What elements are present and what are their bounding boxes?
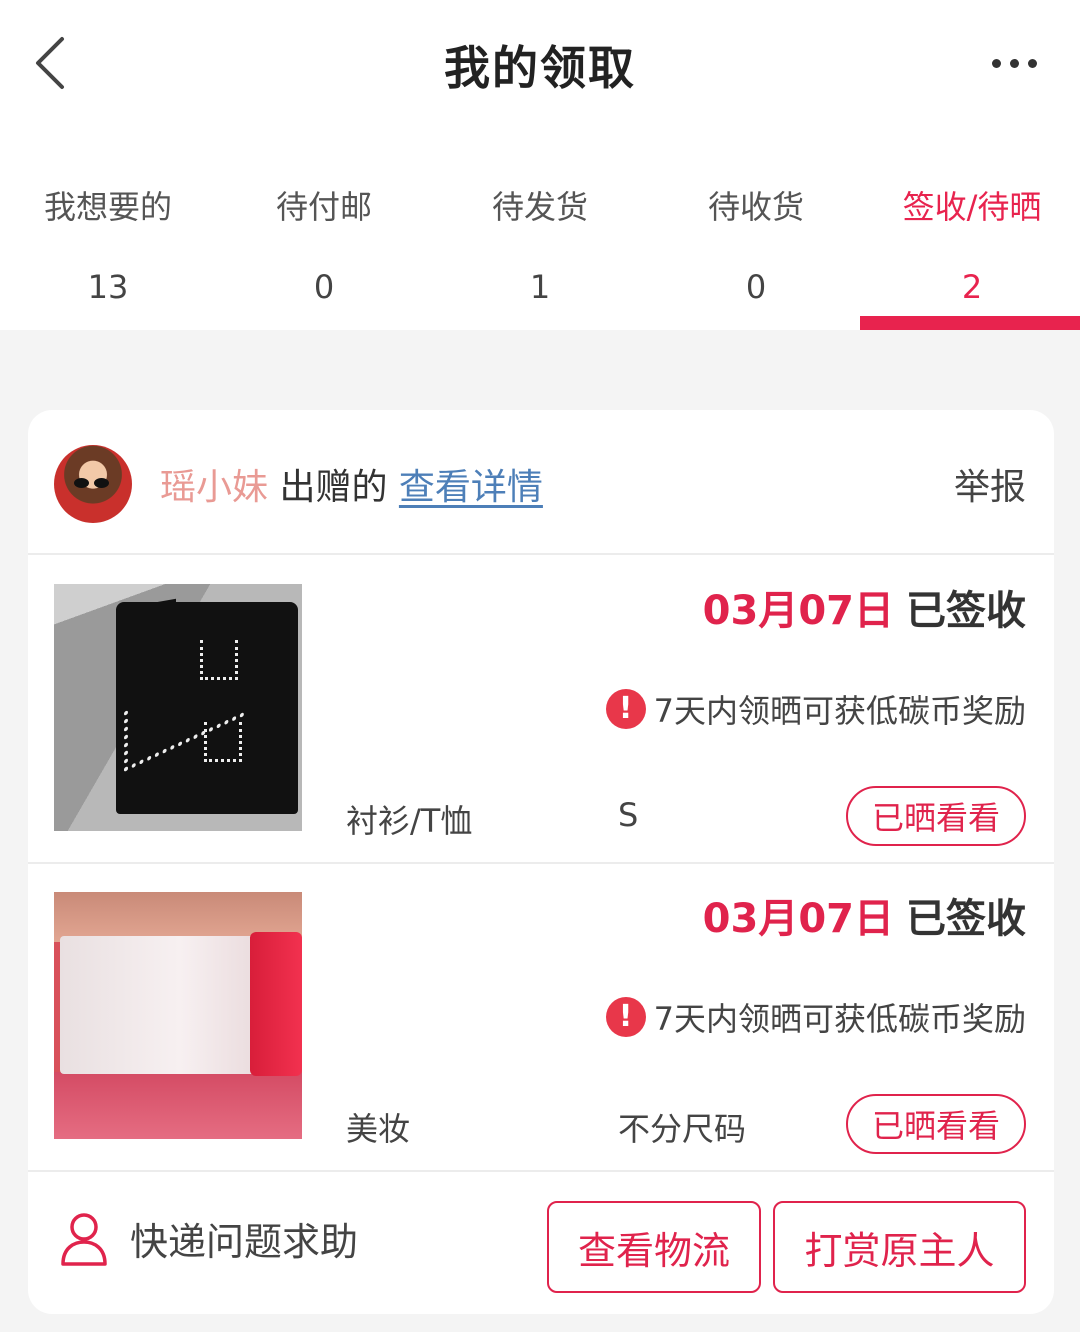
tip-original-owner-button[interactable]: 打赏原主人 bbox=[773, 1201, 1026, 1293]
reward-notice-text: 7天内领晒可获低碳币奖励 bbox=[653, 1000, 1026, 1038]
avatar[interactable] bbox=[54, 445, 132, 523]
tab-count: 2 bbox=[961, 268, 983, 306]
delivery-help-button[interactable]: 快递问题求助 bbox=[60, 1211, 358, 1266]
tab-pending-receipt[interactable]: 待收货 0 bbox=[648, 130, 864, 330]
tab-label: 待发货 bbox=[491, 188, 588, 226]
ellipsis-icon bbox=[991, 58, 1001, 68]
card-footer: 快递问题求助 查看物流 打赏原主人 bbox=[28, 1173, 1054, 1314]
giver-suffix: 出赠的 bbox=[268, 467, 399, 508]
item-category: 衬衫/T恤 bbox=[346, 802, 473, 840]
tab-label: 待收货 bbox=[707, 188, 804, 226]
top-bar: 我的领取 bbox=[0, 0, 1080, 130]
giver-row: 瑶小妹 出赠的 查看详情 举报 bbox=[28, 410, 1054, 555]
reward-notice-text: 7天内领晒可获低碳币奖励 bbox=[653, 692, 1026, 730]
sign-status: 03月07日 已签收 bbox=[703, 578, 1026, 636]
more-button[interactable] bbox=[984, 40, 1044, 86]
sign-status-text: 已签收 bbox=[906, 588, 1026, 634]
tab-count: 13 bbox=[87, 268, 129, 306]
tab-wanted[interactable]: 我想要的 13 bbox=[0, 130, 216, 330]
status-tabs: 我想要的 13 待付邮 0 待发货 1 待收货 0 签收/待晒 2 bbox=[0, 130, 1080, 330]
item-image[interactable] bbox=[54, 892, 302, 1139]
tab-pending-shipment[interactable]: 待发货 1 bbox=[432, 130, 648, 330]
reward-notice: ! 7天内领晒可获低碳币奖励 bbox=[605, 994, 1026, 1040]
report-button[interactable]: 举报 bbox=[954, 458, 1026, 510]
list-item[interactable]: 03月07日 已签收 ! 7天内领晒可获低碳币奖励 美妆 不分尺码 已晒看看 bbox=[28, 864, 1054, 1172]
view-logistics-button[interactable]: 查看物流 bbox=[547, 1201, 761, 1293]
tab-label: 待付邮 bbox=[275, 188, 372, 226]
view-showoff-button[interactable]: 已晒看看 bbox=[846, 786, 1026, 846]
tab-count: 0 bbox=[745, 268, 767, 306]
page-title: 我的领取 bbox=[444, 41, 636, 95]
sign-status-text: 已签收 bbox=[906, 896, 1026, 942]
alert-icon: ! bbox=[605, 997, 646, 1037]
alert-icon: ! bbox=[605, 689, 646, 729]
sign-date: 03月07日 bbox=[702, 896, 894, 942]
sign-status: 03月07日 已签收 bbox=[703, 886, 1026, 944]
tab-signed-to-share[interactable]: 签收/待晒 2 bbox=[860, 130, 1080, 330]
giver-text: 瑶小妹 出赠的 查看详情 bbox=[160, 458, 543, 510]
item-image[interactable] bbox=[54, 584, 302, 831]
person-icon bbox=[61, 1212, 107, 1266]
tab-label: 我想要的 bbox=[43, 188, 172, 226]
giver-name[interactable]: 瑶小妹 bbox=[160, 467, 268, 508]
delivery-help-label: 快递问题求助 bbox=[130, 1220, 359, 1264]
tab-label: 签收/待晒 bbox=[902, 188, 1042, 226]
view-details-link[interactable]: 查看详情 bbox=[399, 467, 543, 508]
sunglasses-icon bbox=[74, 478, 112, 488]
tab-count: 1 bbox=[529, 268, 551, 306]
item-size: 不分尺码 bbox=[618, 1110, 747, 1148]
gift-card: 瑶小妹 出赠的 查看详情 举报 03月07日 已签收 ! 7天内领晒可获低碳币奖励… bbox=[28, 410, 1054, 1314]
list-item[interactable]: 03月07日 已签收 ! 7天内领晒可获低碳币奖励 衬衫/T恤 S 已晒看看 bbox=[28, 556, 1054, 864]
item-size: S bbox=[618, 796, 639, 834]
tab-pending-postage[interactable]: 待付邮 0 bbox=[216, 130, 432, 330]
reward-notice: ! 7天内领晒可获低碳币奖励 bbox=[605, 686, 1026, 732]
tab-count: 0 bbox=[313, 268, 335, 306]
sign-date: 03月07日 bbox=[702, 588, 894, 634]
item-category: 美妆 bbox=[346, 1110, 411, 1148]
active-tab-indicator bbox=[860, 316, 1080, 330]
view-showoff-button[interactable]: 已晒看看 bbox=[846, 1094, 1026, 1154]
